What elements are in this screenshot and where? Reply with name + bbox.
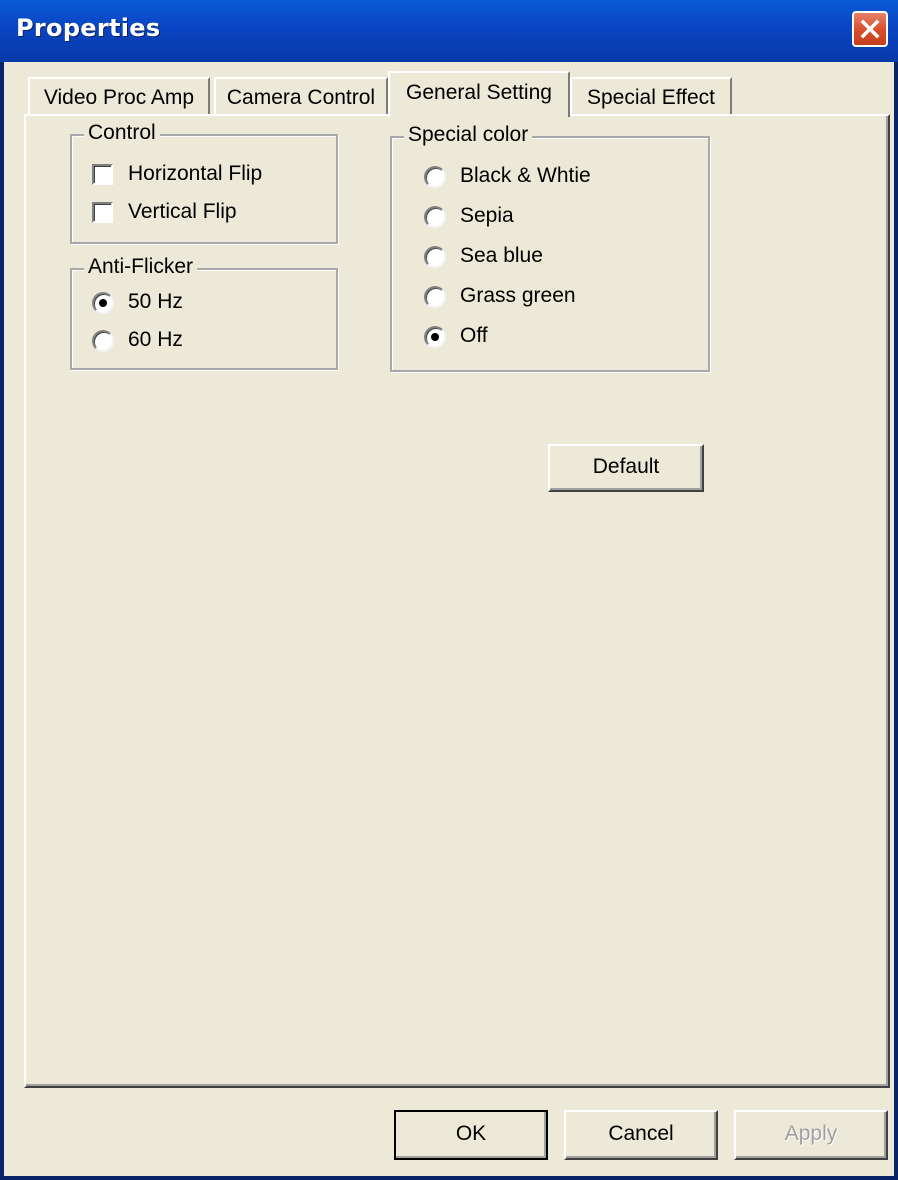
tab-video-proc-amp[interactable]: Video Proc Amp: [28, 77, 210, 115]
anti-flicker-groupbox: Anti-Flicker 50 Hz 60 Hz: [70, 255, 338, 370]
horizontal-flip-box[interactable]: [92, 164, 113, 185]
radio-grass-green-label: Grass green: [460, 284, 576, 307]
radio-50hz-label: 50 Hz: [128, 290, 183, 313]
vertical-flip-label: Vertical Flip: [128, 200, 237, 223]
radio-50hz-button[interactable]: [92, 292, 114, 314]
properties-dialog: Properties Video Proc Amp Camera Control…: [0, 0, 898, 1180]
radio-sepia-label: Sepia: [460, 204, 514, 227]
vertical-flip-box[interactable]: [92, 202, 113, 223]
radio-black-white-label: Black & Whtie: [460, 164, 591, 187]
radio-off-button[interactable]: [424, 326, 446, 348]
apply-button[interactable]: Apply: [734, 1110, 888, 1160]
radio-sea-blue-button[interactable]: [424, 246, 446, 268]
radio-sepia-button[interactable]: [424, 206, 446, 228]
close-button[interactable]: [852, 11, 888, 47]
tab-general-setting[interactable]: General Setting: [388, 71, 570, 117]
control-groupbox: Control Horizontal Flip Vertical Flip: [70, 121, 338, 244]
window-title: Properties: [16, 14, 161, 42]
radio-60hz-button[interactable]: [92, 330, 114, 352]
tab-camera-control[interactable]: Camera Control: [214, 77, 388, 115]
radio-off-label: Off: [460, 324, 488, 347]
radio-60hz-label: 60 Hz: [128, 328, 183, 351]
default-button[interactable]: Default: [548, 444, 704, 492]
radio-sea-blue-label: Sea blue: [460, 244, 543, 267]
ok-button[interactable]: OK: [394, 1110, 548, 1160]
general-setting-panel: Control Horizontal Flip Vertical Flip An…: [24, 114, 890, 1088]
horizontal-flip-label: Horizontal Flip: [128, 162, 263, 185]
control-legend: Control: [84, 121, 160, 145]
title-bar[interactable]: Properties: [0, 0, 898, 62]
tab-special-effect[interactable]: Special Effect: [570, 77, 732, 115]
anti-flicker-legend: Anti-Flicker: [84, 255, 198, 279]
close-x-icon: [860, 19, 880, 39]
special-color-legend: Special color: [404, 123, 533, 147]
special-color-groupbox: Special color Black & Whtie Sepia Sea bl…: [390, 123, 710, 372]
cancel-button[interactable]: Cancel: [564, 1110, 718, 1160]
radio-grass-green-button[interactable]: [424, 286, 446, 308]
radio-black-white-button[interactable]: [424, 166, 446, 188]
